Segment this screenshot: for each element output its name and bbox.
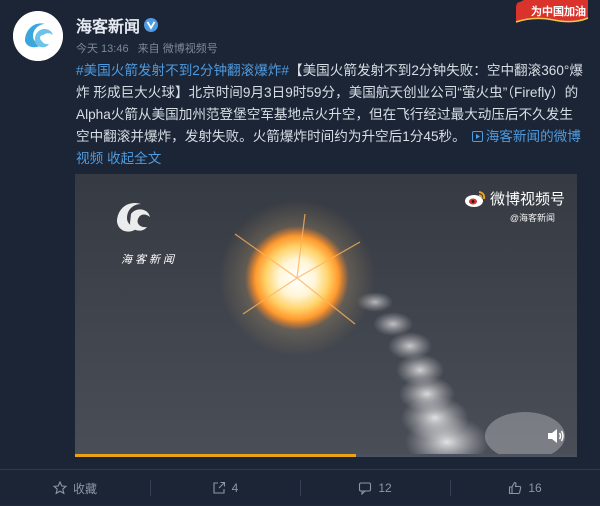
comment-count: 12 [378,481,392,495]
like-button[interactable]: 16 [450,470,600,506]
post-source[interactable]: 来自 微博视频号 [138,43,218,55]
like-icon [509,481,522,495]
weibo-video-account: @海客新闻 [509,213,555,223]
account-avatar[interactable] [13,11,63,61]
like-count: 16 [528,481,542,495]
post-meta: 今天 13:46 来自 微博视频号 [76,40,224,56]
post-time: 今天 13:46 [76,43,129,55]
haike-logo-icon [13,11,63,61]
weibo-logo-icon [464,190,486,207]
video-player[interactable]: 海客新闻 微博视频号 @海客新闻 [75,174,577,456]
action-bar: 收藏 4 12 16 [0,469,600,506]
star-icon [52,481,67,495]
post-hashtag[interactable]: #美国火箭发射不到2分钟翻滚爆炸# [76,63,289,78]
weibo-video-badge: 微博视频号 [464,188,565,209]
favorite-label: 收藏 [72,481,97,496]
video-link-icon [471,131,483,142]
collapse-text-link[interactable]: 收起全文 [107,151,161,166]
speaker-icon [548,429,564,443]
comment-button[interactable]: 12 [300,470,450,506]
post-text: #美国火箭发射不到2分钟翻滚爆炸#【美国火箭发射不到2分钟失败：空中翻滚360°… [76,60,586,170]
comment-icon [359,482,372,495]
corner-badge-text: 为中国加油 [531,6,586,18]
account-name-row: 海客新闻 [76,13,159,37]
verified-icon [144,18,159,32]
watermark-text: 海客新闻 [121,253,177,266]
video-frame [75,174,577,456]
share-button[interactable]: 4 [150,470,300,506]
video-progress-fill [75,454,357,457]
mute-toggle[interactable] [547,428,565,444]
weibo-post-card: 海客新闻 今天 13:46 来自 微博视频号 为中国加油 #美国火箭发射不到2分… [0,0,600,505]
video-progress-bar[interactable] [75,454,577,457]
share-count: 4 [231,481,239,495]
weibo-video-label: 微博视频号 [489,191,565,208]
share-icon [213,481,225,494]
favorite-button[interactable]: 收藏 [0,470,150,506]
account-name[interactable]: 海客新闻 [76,13,140,37]
